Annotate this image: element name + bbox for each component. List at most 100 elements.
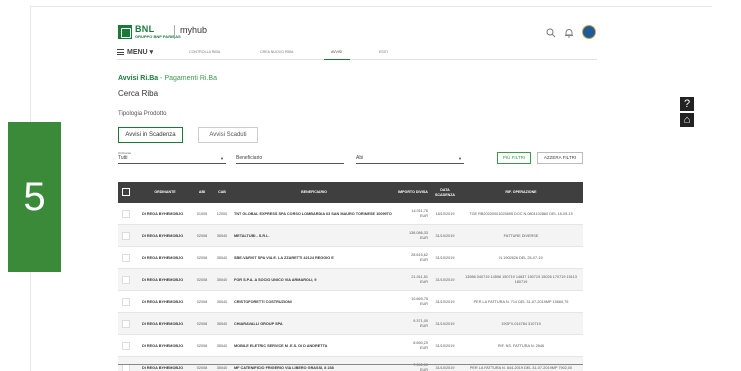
breadcrumb-parent[interactable]: Pagamenti Ri.Ba bbox=[164, 75, 217, 82]
cell-beneficiario: SBE-VARVIT SPA VIA E. LA ZZARETTI 42124 … bbox=[234, 247, 396, 269]
app-header: BNL GRUPPO BNP PARIBAS myhub bbox=[118, 22, 598, 48]
cell-abi: 02008 bbox=[192, 291, 212, 313]
cell-abi-text: 02008 bbox=[196, 233, 208, 238]
tab-avvisi-in-scadenza[interactable]: Avvisi in Scadenza bbox=[118, 127, 183, 143]
cell-importo: 9.371,00 EUR bbox=[396, 313, 428, 335]
active-nav-indicator bbox=[324, 59, 350, 60]
cell-beneficiario-text: CRISTOFORETTI COSTRUZIONI bbox=[234, 299, 292, 304]
table-row[interactable]: DI REGA BYHEMOBJO 02008 35040 CHIARAVALLI G… bbox=[118, 313, 583, 335]
col-ordinante[interactable]: ORDINANTE bbox=[140, 182, 190, 203]
row-checkbox[interactable] bbox=[122, 298, 130, 306]
cell-beneficiario-text: MF CATENIFICIO FRIGERIO VIA LIBERO GRASS… bbox=[234, 365, 334, 370]
row-checkbox[interactable] bbox=[122, 276, 130, 284]
cell-cab: 35040 bbox=[212, 313, 232, 335]
cell-rif-operazione: 13986 040719 14596 150719 14637 150719 1… bbox=[462, 269, 580, 291]
beneficiario-input[interactable]: Beneficiario bbox=[236, 155, 344, 164]
slide-number-badge: 5 bbox=[8, 122, 61, 272]
abi-select[interactable]: Abi ▼ bbox=[356, 155, 464, 164]
cell-ordinante-text: DI REGA BYHEMOBJO bbox=[142, 277, 184, 282]
bnl-logo-icon[interactable] bbox=[118, 25, 132, 39]
more-filters-button[interactable]: PIÙ FILTRI bbox=[497, 152, 531, 164]
col-rif-operazione[interactable]: RIF. OPERAZIONE bbox=[462, 182, 580, 203]
cell-beneficiario: CHIARAVALLI GROUP SPA bbox=[234, 313, 396, 335]
cell-abi: 02008 bbox=[192, 335, 212, 357]
cell-importo: 21.011,51 EUR bbox=[396, 269, 428, 291]
table-row[interactable]: DI REGA BYHEMOBJO 02008 35040 CRISTOFORETTI… bbox=[118, 291, 583, 313]
table-header: ORDINANTE ABI CAB BENEFICIARIO IMPORTO D… bbox=[118, 182, 583, 203]
cell-abi-text: 02008 bbox=[196, 255, 208, 260]
cell-cab: 35040 bbox=[212, 247, 232, 269]
col-abi[interactable]: ABI bbox=[192, 182, 212, 203]
cell-beneficiario: CRISTOFORETTI COSTRUZIONI bbox=[234, 291, 396, 313]
cell-ordinante: DI REGA BYHEMOBJO bbox=[142, 203, 190, 225]
cell-ordinante: DI REGA BYHEMOBJO bbox=[142, 291, 190, 313]
currency-value: EUR bbox=[419, 346, 428, 350]
menu-button[interactable]: MENU ▾ bbox=[117, 48, 153, 56]
cell-cab-text: 35040 bbox=[216, 299, 228, 304]
tab-avvisi-scaduti[interactable]: Avvisi Scaduti bbox=[198, 127, 258, 143]
currency-value: EUR bbox=[419, 214, 428, 218]
breadcrumb-current[interactable]: Avvisi Ri.Ba bbox=[118, 75, 158, 82]
cell-abi: 02008 bbox=[192, 269, 212, 291]
cell-abi: 02008 bbox=[192, 247, 212, 269]
row-checkbox[interactable] bbox=[122, 364, 130, 371]
row-checkbox[interactable] bbox=[122, 320, 130, 328]
table-row[interactable]: DI REGA BYHEMOBJO 01005 12000 TNT GLOBAL EX… bbox=[118, 203, 583, 225]
reset-filters-button[interactable]: AZZERA FILTRI bbox=[537, 152, 583, 164]
cell-cab-text: 35040 bbox=[216, 343, 228, 348]
search-icon[interactable] bbox=[546, 28, 556, 38]
select-all-checkbox[interactable] bbox=[122, 188, 130, 196]
cell-beneficiario: TNT GLOBAL EXPRESS SPA CORSO LOMBARDIA 6… bbox=[234, 203, 396, 225]
ordinante-select[interactable]: Tutti ▼ bbox=[118, 155, 226, 164]
col-cab[interactable]: CAB bbox=[212, 182, 232, 203]
table-row[interactable]: DI REGA BYHEMOBJO 02008 35040 SBE-VARVIT SP… bbox=[118, 247, 583, 269]
cell-data-scadenza-text: 31/10/2019 bbox=[435, 343, 455, 348]
table-row[interactable]: DI REGA BYHEMOBJO 02008 35040 MOBILE ELETRI… bbox=[118, 335, 583, 357]
cell-ordinante: DI REGA BYHEMOBJO bbox=[142, 313, 190, 335]
chevron-down-icon: ▾ bbox=[149, 49, 154, 56]
cell-ordinante: DI REGA BYHEMOBJO bbox=[142, 225, 190, 247]
cell-rif-operazione-text: RIF. NS. FATTURA N. 2646 bbox=[497, 343, 545, 348]
row-checkbox[interactable] bbox=[122, 232, 130, 240]
side-toolbar: ? ⌂ bbox=[680, 97, 695, 129]
nav-item-controlla-riba[interactable]: CONTROLLA RIBA bbox=[189, 50, 220, 54]
table-row[interactable]: DI REGA BYHEMOBJO 02008 35040 FOR S.P.A. A … bbox=[118, 269, 583, 291]
row-checkbox[interactable] bbox=[122, 254, 130, 262]
cell-cab-text: 12000 bbox=[216, 211, 228, 216]
table-row[interactable]: DI REGA BYHEMOBJO 02008 35040 METALTUBI - S… bbox=[118, 225, 583, 247]
cell-abi-text: 02008 bbox=[196, 299, 208, 304]
product-type-label: Tipologia Prodotto bbox=[118, 111, 167, 117]
home-icon[interactable]: ⌂ bbox=[680, 113, 694, 127]
cell-beneficiario-text: MOBILE ELETRIC SERVICE M .E.S. DI D ANDR… bbox=[234, 343, 328, 348]
col-importo[interactable]: IMPORTO DIVISA bbox=[398, 182, 428, 203]
cell-importo: 8.650,20 EUR bbox=[396, 335, 428, 357]
cell-beneficiario-text: CHIARAVALLI GROUP SPA bbox=[234, 321, 283, 326]
row-checkbox[interactable] bbox=[122, 342, 130, 350]
breadcrumb: Avvisi Ri.Ba - Pagamenti Ri.Ba bbox=[118, 75, 217, 82]
col-data-scadenza[interactable]: DATA SCADENZA bbox=[430, 182, 460, 203]
cell-data-scadenza-text: 31/10/2019 bbox=[435, 277, 455, 282]
bell-icon[interactable] bbox=[564, 28, 574, 38]
cell-importo: 28.615,62 EUR bbox=[396, 247, 428, 269]
cell-rif-operazione-text: 19GFV-014784 310719 bbox=[501, 321, 541, 326]
cell-importo: 136.086,33 EUR bbox=[396, 225, 428, 247]
cell-ordinante-text: DI REGA BYHEMOBJO bbox=[142, 299, 184, 304]
nav-item-crea-nuovo-riba[interactable]: CREA NUOVO RIBA bbox=[260, 50, 293, 54]
row-checkbox[interactable] bbox=[122, 210, 130, 218]
cell-rif-operazione: FATTURE DIVERSE bbox=[462, 225, 580, 247]
nav-item-avvisi[interactable]: AVVISI bbox=[331, 50, 342, 54]
cell-ordinante-text: DI REGA BYHEMOBJO bbox=[142, 321, 184, 326]
chevron-down-icon: ▼ bbox=[458, 156, 462, 161]
logo-divider bbox=[174, 25, 175, 39]
cell-cab: 35040 bbox=[212, 291, 232, 313]
cell-data-scadenza-text: 31/10/2019 bbox=[435, 365, 455, 370]
avatar[interactable] bbox=[582, 25, 596, 39]
col-beneficiario[interactable]: BENEFICIARIO bbox=[234, 182, 394, 203]
app-name: myhub bbox=[180, 25, 208, 35]
cell-rif-operazione: N.1902626 DEL 25-07-19 bbox=[462, 247, 580, 269]
cell-abi: 02008 bbox=[192, 225, 212, 247]
nav-item-esiti[interactable]: ESITI bbox=[379, 50, 388, 54]
cell-beneficiario-text: FOR S.P.A. A SOCIO UNICO VIA ARMAROLI, 9 bbox=[234, 277, 317, 282]
table-body: DI REGA BYHEMOBJO 01005 12000 TNT GLOBAL EX… bbox=[118, 203, 583, 371]
help-icon[interactable]: ? bbox=[680, 97, 694, 111]
